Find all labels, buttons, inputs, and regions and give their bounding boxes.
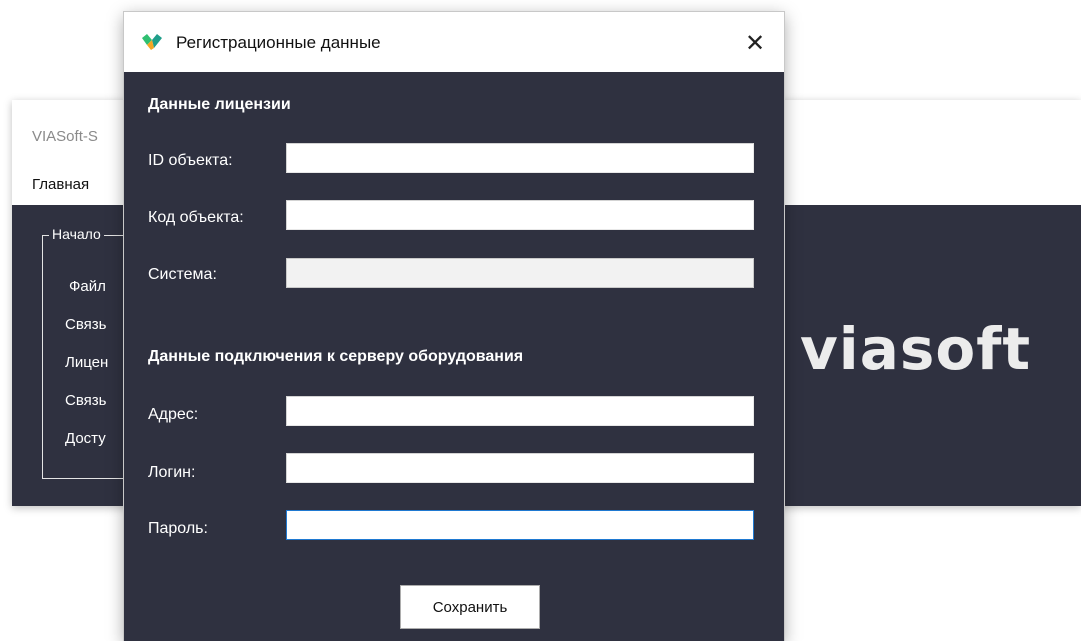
address-label: Адрес: (148, 406, 199, 423)
close-icon: ✕ (744, 29, 766, 57)
group-item-connection[interactable]: Связь (65, 316, 106, 333)
dialog-title: Регистрационные данные (176, 33, 381, 52)
registration-dialog: Регистрационные данные ✕ Данные лицензии… (124, 12, 784, 641)
app-logo-icon (142, 34, 162, 50)
login-input[interactable] (286, 453, 754, 483)
dialog-titlebar: Регистрационные данные ✕ (124, 12, 784, 72)
menu-item-main[interactable]: Главная (32, 176, 89, 193)
object-code-input[interactable] (286, 200, 754, 230)
connection-section-title: Данные подключения к серверу оборудовани… (148, 348, 524, 365)
address-input[interactable] (286, 396, 754, 426)
object-id-input[interactable] (286, 143, 754, 173)
group-item-connection-2[interactable]: Связь (65, 392, 106, 409)
start-group-title: Начало (49, 226, 104, 242)
close-button[interactable]: ✕ (740, 28, 770, 58)
save-button[interactable]: Сохранить (400, 585, 540, 629)
group-item-license[interactable]: Лицен (65, 354, 108, 371)
login-label: Логин: (148, 464, 196, 481)
system-label: Система: (148, 266, 217, 283)
license-section-title: Данные лицензии (148, 96, 291, 113)
password-label: Пароль: (148, 520, 208, 537)
object-id-label: ID объекта: (148, 152, 233, 169)
viasoft-logo: viasoft (800, 315, 1032, 383)
group-item-access[interactable]: Досту (65, 430, 106, 447)
group-item-file[interactable]: Файл (69, 278, 106, 295)
system-input[interactable] (286, 258, 754, 288)
password-input[interactable] (286, 510, 754, 540)
object-code-label: Код объекта: (148, 209, 244, 226)
background-app-title: VIASoft-S (32, 128, 98, 145)
